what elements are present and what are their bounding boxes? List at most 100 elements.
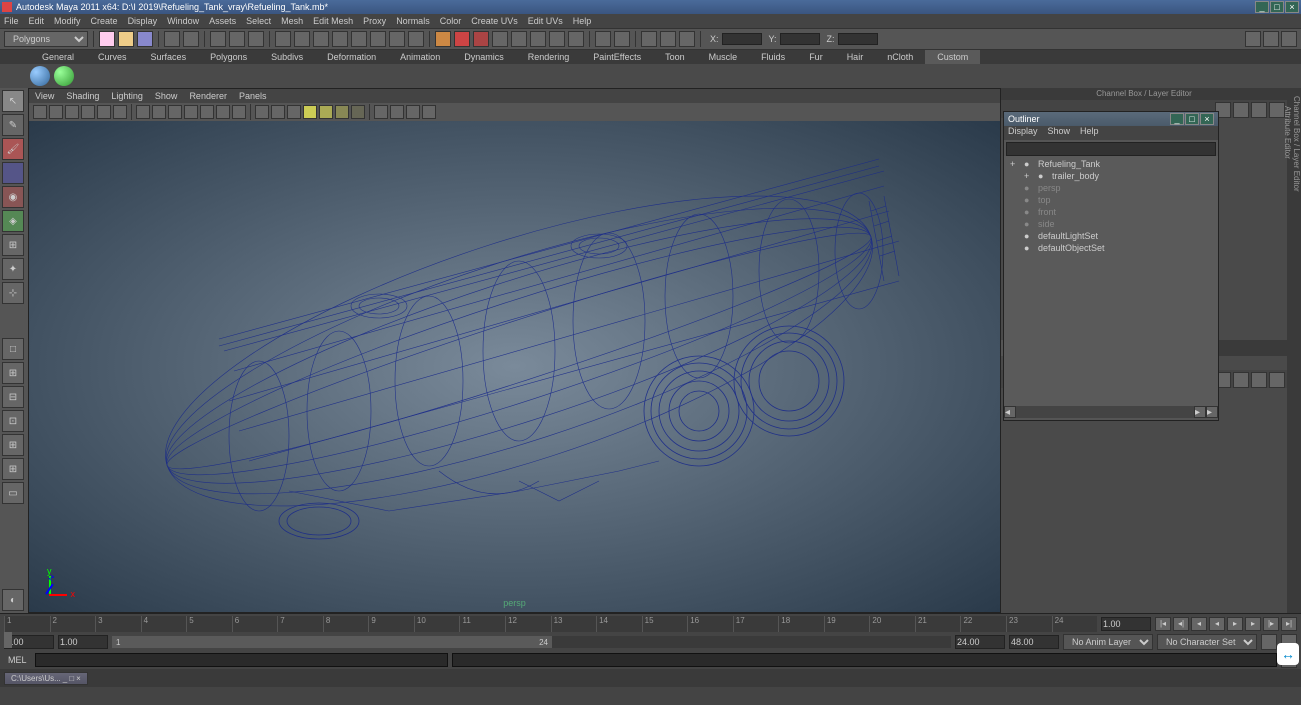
manip-tool[interactable]: ⊞: [2, 234, 24, 256]
tab-subdivs[interactable]: Subdivs: [259, 50, 315, 64]
vp-texture-icon[interactable]: [287, 105, 301, 119]
vp-grease-icon[interactable]: [113, 105, 127, 119]
tab-fluids[interactable]: Fluids: [749, 50, 797, 64]
range-end-field[interactable]: [955, 635, 1005, 649]
vp-menu-renderer[interactable]: Renderer: [189, 91, 227, 101]
vp-image-plane-icon[interactable]: [81, 105, 95, 119]
scale-tool[interactable]: ◈: [2, 210, 24, 232]
vp-light-icon[interactable]: [303, 105, 317, 119]
expand-icon[interactable]: +: [1010, 159, 1020, 169]
move-tool[interactable]: [2, 162, 24, 184]
construction-c-icon[interactable]: [679, 31, 695, 47]
sidebar-toggle-b-icon[interactable]: [1263, 31, 1279, 47]
z-field[interactable]: [838, 33, 878, 45]
anim-layer-select[interactable]: No Anim Layer: [1063, 634, 1153, 650]
taskbar-max-icon[interactable]: □: [69, 674, 74, 683]
outliner-item[interactable]: ●defaultObjectSet: [1006, 242, 1216, 254]
vp-menu-panels[interactable]: Panels: [239, 91, 267, 101]
layout-custom[interactable]: ⊞: [2, 458, 24, 480]
rotate-tool[interactable]: ◉: [2, 186, 24, 208]
time-track[interactable]: 123456789101112131415161718192021222324: [4, 616, 1097, 632]
tab-custom[interactable]: Custom: [925, 50, 980, 64]
range-start-field[interactable]: [58, 635, 108, 649]
play-button[interactable]: ▸: [1227, 617, 1243, 631]
outliner-item[interactable]: ●defaultLightSet: [1006, 230, 1216, 242]
layout-two-v[interactable]: ⊡: [2, 410, 24, 432]
menu-edit-uvs[interactable]: Edit UVs: [528, 16, 563, 26]
vp-camera-attr-icon[interactable]: [49, 105, 63, 119]
layout-two-h[interactable]: ⊟: [2, 386, 24, 408]
menu-help[interactable]: Help: [573, 16, 592, 26]
step-back-button[interactable]: ◂: [1191, 617, 1207, 631]
outliner-min-button[interactable]: _: [1170, 113, 1184, 125]
step-fwd-key-button[interactable]: |▸: [1263, 617, 1279, 631]
outliner-scrollbar[interactable]: ◂ ▸ ▸: [1004, 406, 1218, 418]
close-button[interactable]: ×: [1285, 1, 1299, 13]
shelf-custom-icon-a[interactable]: [30, 66, 50, 86]
select-obj-icon[interactable]: [229, 31, 245, 47]
scroll-right-b-button[interactable]: ▸: [1206, 406, 1218, 418]
select-comp-icon[interactable]: [248, 31, 264, 47]
maximize-button[interactable]: □: [1270, 1, 1284, 13]
menu-mesh[interactable]: Mesh: [281, 16, 303, 26]
last-tool[interactable]: ⊹: [2, 282, 24, 304]
outliner-item[interactable]: ●top: [1006, 194, 1216, 206]
goto-end-button[interactable]: ▸|: [1281, 617, 1297, 631]
construction-b-icon[interactable]: [660, 31, 676, 47]
tab-rendering[interactable]: Rendering: [516, 50, 582, 64]
layout-icon[interactable]: [595, 31, 611, 47]
vp-wire-icon[interactable]: [255, 105, 269, 119]
vp-gate-mask-icon[interactable]: [184, 105, 198, 119]
current-time-field[interactable]: [1101, 617, 1151, 631]
quick-layout-icon[interactable]: ◐: [2, 589, 24, 611]
taskbar-min-icon[interactable]: _: [63, 674, 67, 683]
side-tab-attribute[interactable]: Attribute Editor: [1283, 102, 1292, 609]
menu-display[interactable]: Display: [128, 16, 158, 26]
snap-plane-icon[interactable]: [332, 31, 348, 47]
new-scene-icon[interactable]: [99, 31, 115, 47]
y-field[interactable]: [780, 33, 820, 45]
minimize-button[interactable]: _: [1255, 1, 1269, 13]
outliner-item[interactable]: ●front: [1006, 206, 1216, 218]
layer-up-icon[interactable]: [1233, 372, 1249, 388]
menu-proxy[interactable]: Proxy: [363, 16, 386, 26]
vp-menu-view[interactable]: View: [35, 91, 54, 101]
scroll-left-button[interactable]: ◂: [1004, 406, 1016, 418]
save-scene-icon[interactable]: [137, 31, 153, 47]
side-tab-channelbox[interactable]: Channel Box / Layer Editor: [1292, 92, 1301, 609]
tab-ncloth[interactable]: nCloth: [875, 50, 925, 64]
render-region-icon[interactable]: [473, 31, 489, 47]
tab-surfaces[interactable]: Surfaces: [139, 50, 199, 64]
soft-tool[interactable]: ✦: [2, 258, 24, 280]
tab-curves[interactable]: Curves: [86, 50, 139, 64]
tab-dynamics[interactable]: Dynamics: [452, 50, 516, 64]
render-settings-icon[interactable]: [492, 31, 508, 47]
undo-icon[interactable]: [164, 31, 180, 47]
snap-live-icon[interactable]: [351, 31, 367, 47]
render-icon[interactable]: [435, 31, 451, 47]
tab-toon[interactable]: Toon: [653, 50, 697, 64]
render-b-icon[interactable]: [568, 31, 584, 47]
vp-iso-a-icon[interactable]: [390, 105, 404, 119]
outliner-menu-show[interactable]: Show: [1048, 126, 1071, 140]
play-back-button[interactable]: ◂: [1209, 617, 1225, 631]
history-icon[interactable]: [389, 31, 405, 47]
lasso-tool[interactable]: ✎: [2, 114, 24, 136]
menu-create[interactable]: Create: [91, 16, 118, 26]
menu-assets[interactable]: Assets: [209, 16, 236, 26]
help-icon[interactable]: [408, 31, 424, 47]
x-field[interactable]: [722, 33, 762, 45]
menu-set-select[interactable]: Polygons: [4, 31, 88, 47]
menu-color[interactable]: Color: [440, 16, 462, 26]
select-hier-icon[interactable]: [210, 31, 226, 47]
vp-grid-icon[interactable]: [136, 105, 150, 119]
range-slider[interactable]: 1 24: [112, 636, 951, 648]
scroll-right-button[interactable]: ▸: [1194, 406, 1206, 418]
range-outer-end-field[interactable]: [1009, 635, 1059, 649]
snap-view-icon[interactable]: [370, 31, 386, 47]
layout-three[interactable]: ⊞: [2, 434, 24, 456]
snap-grid-icon[interactable]: [275, 31, 291, 47]
vp-menu-shading[interactable]: Shading: [66, 91, 99, 101]
tab-animation[interactable]: Animation: [388, 50, 452, 64]
viewport-3d[interactable]: persp: [29, 121, 1000, 612]
